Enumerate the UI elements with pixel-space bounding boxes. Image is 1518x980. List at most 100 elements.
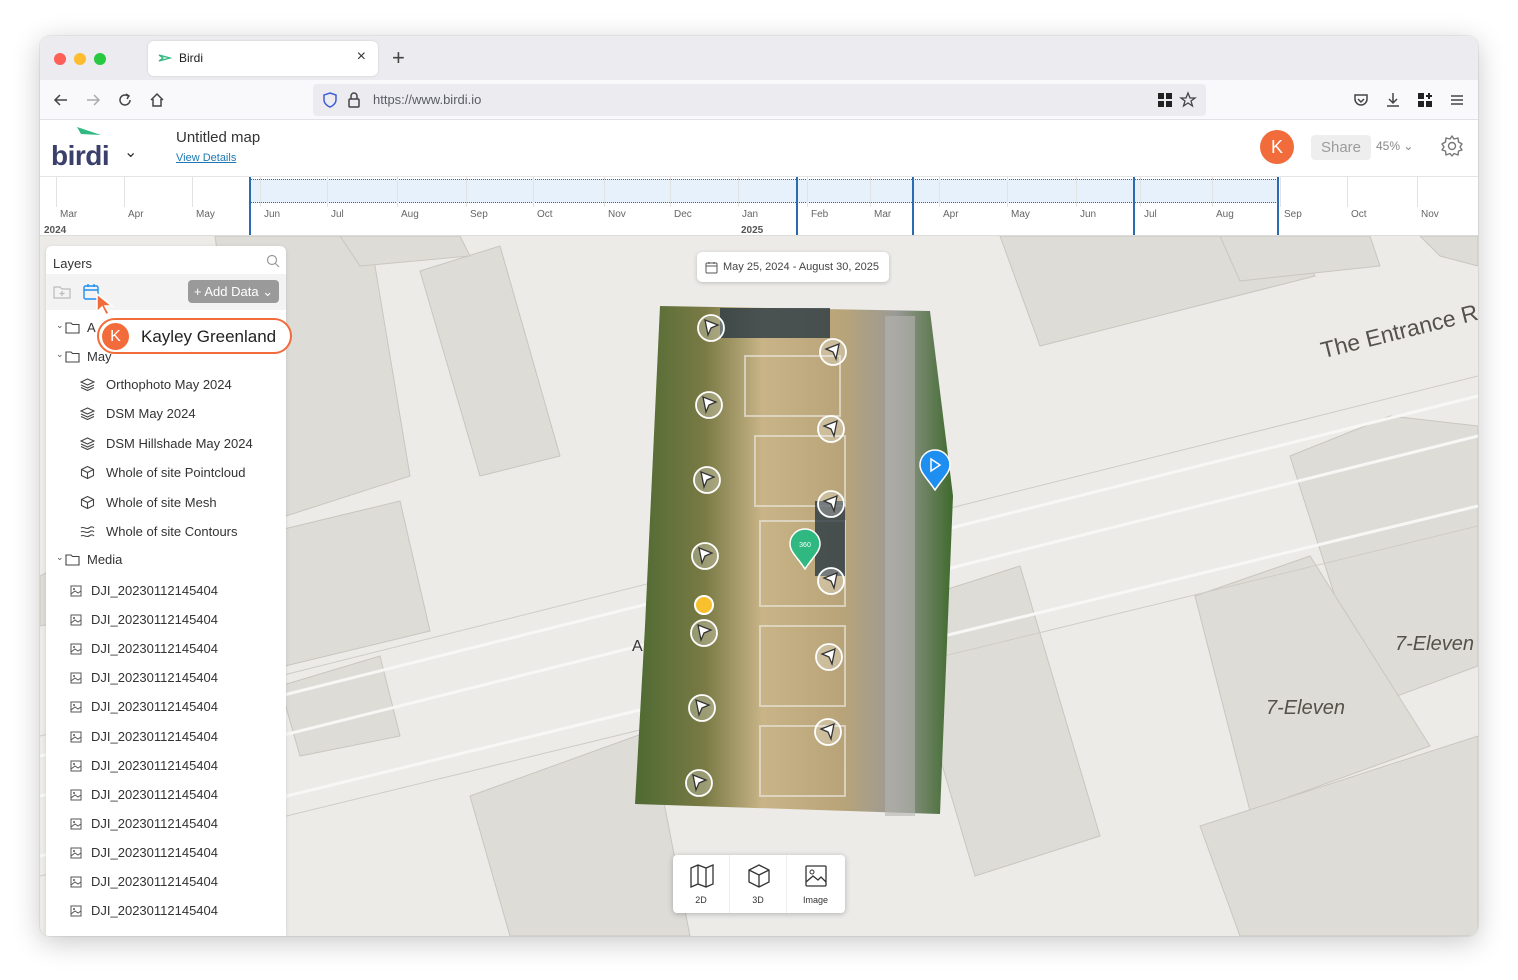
- camera-direction-pin-icon[interactable]: [692, 465, 722, 495]
- map-letter-label: A: [632, 638, 643, 655]
- extensions-icon[interactable]: [1416, 91, 1434, 109]
- map-title[interactable]: Untitled map: [176, 129, 260, 146]
- media-item[interactable]: DJI_20230112145404: [46, 580, 286, 602]
- view-mode-3d-button[interactable]: 3D: [730, 855, 787, 913]
- back-icon[interactable]: [52, 91, 70, 109]
- forward-icon[interactable]: [84, 91, 102, 109]
- media-item-label: DJI_20230112145404: [91, 874, 218, 889]
- close-window-button[interactable]: [54, 53, 66, 65]
- layer-item[interactable]: DSM May 2024: [46, 403, 286, 425]
- chevron-down-icon[interactable]: ⌄: [56, 349, 64, 360]
- add-data-button[interactable]: + Add Data ⌄: [188, 280, 279, 303]
- menu-icon[interactable]: [1448, 91, 1466, 109]
- camera-direction-pin-icon[interactable]: [816, 489, 846, 519]
- timeline-capture-marker[interactable]: [1277, 177, 1279, 235]
- layer-item[interactable]: Whole of site Pointcloud: [46, 462, 286, 484]
- minimize-window-button[interactable]: [74, 53, 86, 65]
- media-item[interactable]: DJI_20230112145404: [46, 638, 286, 660]
- view-mode-label: 2D: [695, 895, 707, 905]
- view-details-link[interactable]: View Details: [176, 152, 236, 164]
- media-item[interactable]: DJI_20230112145404: [46, 842, 286, 864]
- camera-direction-pin-icon[interactable]: [696, 313, 726, 343]
- shield-icon[interactable]: [321, 91, 339, 109]
- image-icon: [805, 865, 827, 887]
- new-folder-icon[interactable]: [53, 283, 71, 301]
- timeline-capture-marker[interactable]: [249, 177, 251, 235]
- timeline-month-label: Nov: [608, 209, 626, 220]
- layer-item-label: DSM Hillshade May 2024: [106, 435, 253, 451]
- camera-direction-pin-icon[interactable]: [684, 768, 714, 798]
- image-icon: [70, 585, 82, 597]
- media-item[interactable]: DJI_20230112145404: [46, 696, 286, 718]
- chevron-down-icon[interactable]: ⌄: [124, 142, 137, 162]
- media-item[interactable]: DJI_20230112145404: [46, 784, 286, 806]
- new-tab-button[interactable]: +: [392, 45, 405, 71]
- camera-direction-pin-icon[interactable]: [694, 390, 724, 420]
- chevron-down-icon[interactable]: ⌄: [56, 552, 64, 563]
- media-item[interactable]: DJI_20230112145404: [46, 813, 286, 835]
- media-folder-row[interactable]: ⌄ Media: [46, 549, 286, 571]
- browser-tab[interactable]: Birdi ×: [148, 41, 378, 76]
- panorama-360-pin-icon[interactable]: 360: [788, 528, 822, 570]
- qr-grid-icon[interactable]: [1156, 91, 1174, 109]
- layer-item[interactable]: Whole of site Contours: [46, 521, 286, 543]
- timeline-tick: [738, 177, 739, 207]
- bookmark-star-icon[interactable]: [1179, 91, 1197, 109]
- lock-icon[interactable]: [345, 91, 363, 109]
- camera-direction-pin-icon[interactable]: [816, 414, 846, 444]
- folder-icon: [65, 351, 80, 363]
- camera-direction-pin-icon[interactable]: [816, 566, 846, 596]
- zoom-level-dropdown[interactable]: 45% ⌄: [1376, 139, 1413, 153]
- media-item[interactable]: DJI_20230112145404: [46, 755, 286, 777]
- timeline[interactable]: Mar Apr May Jun Jul Aug Sep Oct Nov Dec Jan Feb Mar A…: [40, 176, 1478, 236]
- timeline-tick: [466, 177, 467, 207]
- logo-text: birdi: [51, 140, 110, 171]
- view-mode-2d-button[interactable]: 2D: [673, 855, 730, 913]
- search-icon[interactable]: [266, 254, 280, 268]
- reload-icon[interactable]: [116, 91, 134, 109]
- timeline-tick: [397, 177, 398, 207]
- camera-direction-pin-icon[interactable]: [813, 717, 843, 747]
- layer-item[interactable]: DSM Hillshade May 2024: [46, 433, 286, 455]
- pocket-icon[interactable]: [1352, 91, 1370, 109]
- layer-item[interactable]: Whole of site Mesh: [46, 492, 286, 514]
- timeline-tick: [260, 177, 261, 207]
- media-item-label: DJI_20230112145404: [91, 728, 218, 744]
- media-item[interactable]: DJI_20230112145404: [46, 900, 286, 922]
- video-pin-icon[interactable]: [918, 449, 952, 491]
- address-bar[interactable]: https://www.birdi.io: [313, 84, 1206, 116]
- url-text: https://www.birdi.io: [373, 92, 482, 107]
- timeline-tick: [56, 177, 57, 207]
- view-mode-image-button[interactable]: Image: [787, 855, 844, 913]
- layer-item[interactable]: Orthophoto May 2024: [46, 374, 286, 396]
- timeline-tick: [533, 177, 534, 207]
- share-button[interactable]: Share: [1311, 135, 1371, 160]
- timeline-capture-marker[interactable]: [796, 177, 798, 235]
- cube-icon: [80, 466, 95, 480]
- close-tab-icon[interactable]: ×: [357, 48, 366, 66]
- camera-direction-pin-icon[interactable]: [687, 693, 717, 723]
- zoom-window-button[interactable]: [94, 53, 106, 65]
- image-icon: [70, 672, 82, 684]
- media-item[interactable]: DJI_20230112145404: [46, 871, 286, 893]
- home-icon[interactable]: [148, 91, 166, 109]
- camera-direction-pin-icon[interactable]: [818, 337, 848, 367]
- media-item[interactable]: DJI_20230112145404: [46, 609, 286, 631]
- add-data-label: + Add Data: [193, 284, 259, 299]
- timeline-selection-range[interactable]: [249, 179, 1278, 203]
- avatar[interactable]: K: [1260, 130, 1294, 164]
- camera-direction-pin-icon[interactable]: [690, 541, 720, 571]
- gear-icon[interactable]: [1440, 134, 1464, 158]
- download-icon[interactable]: [1384, 91, 1402, 109]
- point-marker[interactable]: [694, 595, 714, 615]
- camera-direction-pin-icon[interactable]: [689, 618, 719, 648]
- media-item[interactable]: DJI_20230112145404: [46, 726, 286, 748]
- timeline-month-label: Oct: [1351, 209, 1367, 220]
- camera-direction-pin-icon[interactable]: [814, 642, 844, 672]
- date-range-pill[interactable]: May 25, 2024 - August 30, 2025: [697, 252, 889, 282]
- cube-icon: [748, 864, 770, 888]
- timeline-capture-marker[interactable]: [1133, 177, 1135, 235]
- timeline-capture-marker[interactable]: [912, 177, 914, 235]
- media-item[interactable]: DJI_20230112145404: [46, 667, 286, 689]
- chevron-down-icon[interactable]: ⌄: [56, 320, 64, 331]
